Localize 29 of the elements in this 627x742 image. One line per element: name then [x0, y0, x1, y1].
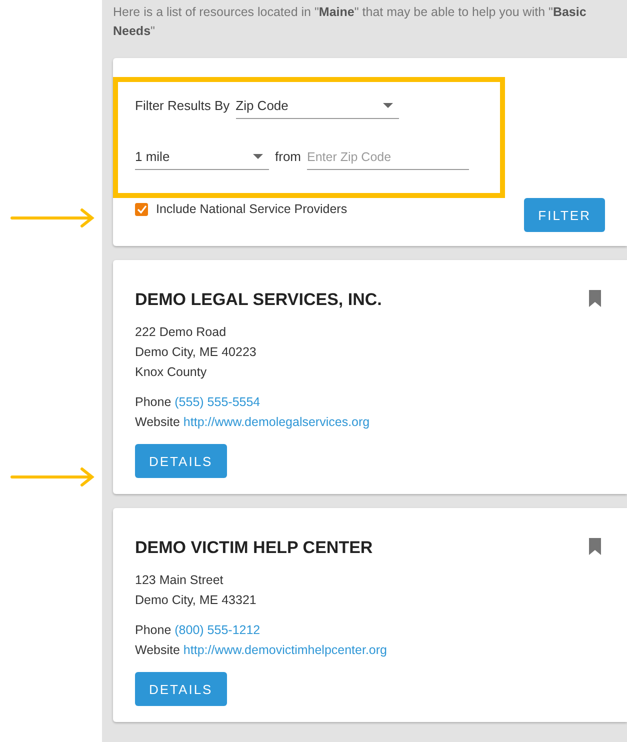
details-button[interactable]: DETAILS — [135, 444, 227, 478]
filter-label: Filter Results By — [135, 98, 230, 115]
website-link[interactable]: http://www.demolegalservices.org — [183, 415, 370, 429]
filter-button[interactable]: FILTER — [524, 198, 605, 232]
distance-select[interactable]: 1 mile — [135, 145, 269, 170]
caret-icon — [253, 154, 263, 159]
checkbox-label: Include National Service Providers — [156, 202, 348, 216]
website-label: Website — [135, 415, 180, 429]
address-line: 222 Demo Road — [135, 324, 228, 341]
address-line: 123 Main Street — [135, 572, 224, 589]
caret-icon — [382, 103, 393, 108]
filter-by-select[interactable]: Zip Code — [236, 94, 399, 119]
address-line: Demo City, ME 43321 — [135, 592, 258, 609]
phone-link[interactable]: (555) 555-5554 — [174, 395, 260, 409]
phone-label: Phone — [135, 623, 172, 637]
website-label: Website — [135, 643, 180, 657]
intro-text: Here is a list of resources located in "Maine" that may be able to help you with "Basic Needs" — [113, 4, 588, 40]
address-line: Knox County — [135, 364, 208, 381]
from-label: from — [275, 149, 301, 166]
details-button[interactable]: DETAILS — [135, 672, 227, 706]
phone-label: Phone — [135, 395, 172, 409]
website-link[interactable]: http://www.demovictimhelpcenter.org — [183, 643, 387, 657]
address-line: Demo City, ME 40223 — [135, 344, 258, 361]
resource-title: DEMO VICTIM HELP CENTER — [135, 538, 373, 558]
bookmark-icon[interactable] — [589, 290, 601, 307]
checkbox[interactable] — [135, 202, 148, 216]
bookmark-icon[interactable] — [589, 538, 601, 555]
resource-title: DEMO LEGAL SERVICES, INC. — [135, 290, 382, 310]
phone-link[interactable]: (800) 555-1212 — [174, 623, 260, 637]
